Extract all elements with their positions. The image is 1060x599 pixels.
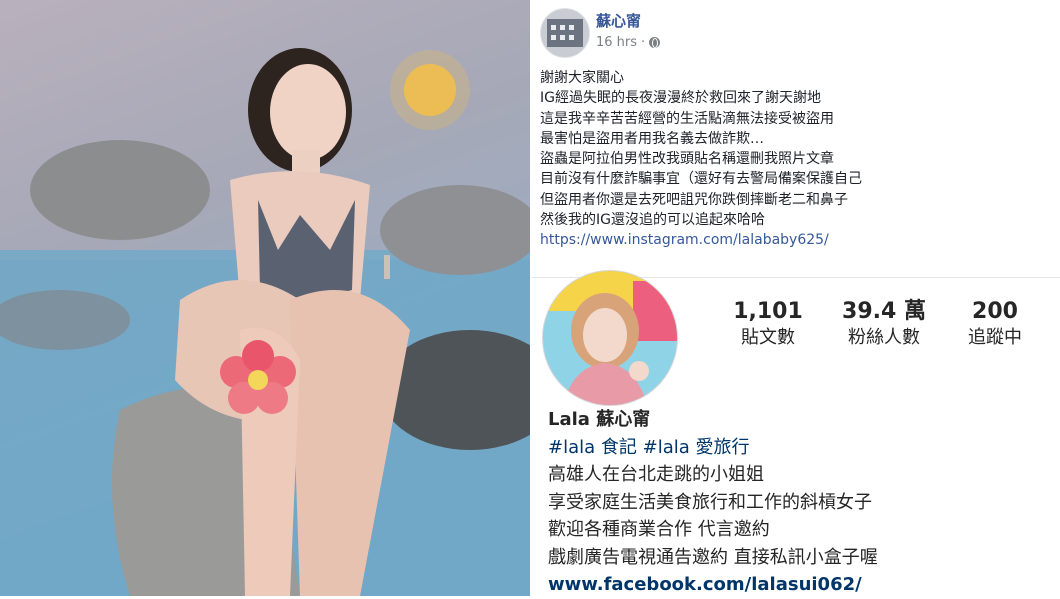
post-line: 但盜用者你還是去死吧詛咒你跌倒摔斷老二和鼻子 <box>540 191 848 208</box>
posts-label: 貼文數 <box>741 327 795 348</box>
hashtag-link[interactable]: #lala 愛旅行 <box>643 437 750 458</box>
profile-name: Lala 蘇心甯 <box>548 409 651 430</box>
post-line: 這是我辛辛苦苦經營的生活點滴無法接受被盜用 <box>540 110 834 127</box>
post-line: IG經過失眠的長夜漫漫終於救回來了謝天謝地 <box>540 90 821 107</box>
following-label: 追蹤中 <box>968 327 1022 348</box>
profile-stats: 1,101 貼文數 39.4 萬 粉絲人數 200 追蹤中 <box>710 298 1040 350</box>
followers-count: 39.4 萬 <box>842 299 926 324</box>
globe-icon[interactable] <box>649 37 661 48</box>
post-line: 盜蟲是阿拉伯男性改我頭貼名稱還刪我照片文章 <box>540 151 834 168</box>
avatar-portrait <box>543 271 677 405</box>
posts-stat[interactable]: 1,101 貼文數 <box>710 298 826 350</box>
author-avatar[interactable] <box>540 8 590 58</box>
post-meta: 16 hrs · <box>596 35 661 50</box>
post-line: 目前沒有什麼詐騙事宜（還好有去警局備案保護自己 <box>540 171 862 188</box>
bio-line: 高雄人在台北走跳的小姐姐 <box>548 464 764 485</box>
post-timestamp[interactable]: 16 hrs <box>596 35 637 50</box>
photo-illustration <box>0 0 530 596</box>
post-line: 謝謝大家關心 <box>540 70 624 86</box>
post-line: 然後我的IG還沒追的可以追起來哈哈 <box>540 212 765 229</box>
following-count: 200 <box>972 299 1018 324</box>
posts-count: 1,101 <box>733 299 803 324</box>
post-line: 最害怕是盜用者用我名義去做詐欺… <box>540 130 764 147</box>
hot-spring-photo <box>0 0 530 596</box>
website-link[interactable]: www.facebook.com/lalasui062/ <box>548 571 878 599</box>
profile-bio: Lala 蘇心甯 #lala 食記 #lala 愛旅行 高雄人在台北走跳的小姐姐… <box>548 406 878 599</box>
hashtag-link[interactable]: #lala 食記 <box>548 437 637 458</box>
bio-line: 享受家庭生活美食旅行和工作的斜槓女子 <box>548 491 872 513</box>
bio-line: 歡迎各種商業合作 代言邀約 <box>548 519 770 540</box>
avatar-building-graphic <box>547 19 583 47</box>
following-stat[interactable]: 200 追蹤中 <box>950 298 1040 350</box>
instagram-profile: 1,101 貼文數 39.4 萬 粉絲人數 200 追蹤中 Lala 蘇心甯 #… <box>532 270 1060 599</box>
post-body: 謝謝大家關心 IG經過失眠的長夜漫漫終於救回來了謝天謝地 這是我辛辛苦苦經營的生… <box>540 68 1050 251</box>
profile-avatar[interactable] <box>542 270 678 406</box>
bio-line: 戲劇廣告電視通告邀約 直接私訊小盒子喔 <box>548 546 878 568</box>
followers-label: 粉絲人數 <box>848 327 920 348</box>
author-name[interactable]: 蘇心甯 <box>596 10 641 31</box>
followers-stat[interactable]: 39.4 萬 粉絲人數 <box>826 298 942 350</box>
hashtag-row: #lala 食記 #lala 愛旅行 <box>548 434 878 462</box>
instagram-link[interactable]: https://www.instagram.com/lalababy625/ <box>540 230 1050 250</box>
facebook-post: 蘇心甯 16 hrs · 謝謝大家關心 IG經過失眠的長夜漫漫終於救回來了謝天謝… <box>532 0 1060 276</box>
